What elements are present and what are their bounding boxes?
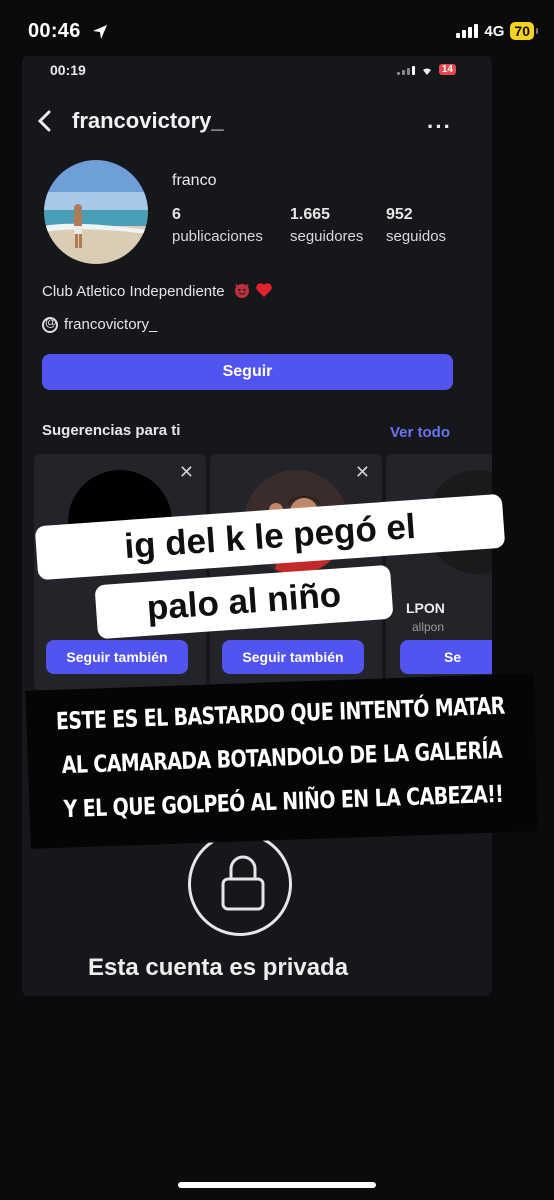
back-arrow-icon[interactable] [36, 110, 54, 132]
location-arrow-icon [93, 25, 107, 39]
see-all-link[interactable]: Ver todo [390, 424, 450, 441]
lock-icon [221, 855, 265, 911]
threads-link[interactable]: francovictory_ [42, 315, 158, 333]
network-type: 4G [484, 22, 505, 40]
signal-icon [456, 24, 479, 38]
follow-also-button[interactable]: Se [400, 640, 492, 674]
suggestions-title: Sugerencias para ti [42, 422, 181, 439]
follow-also-button[interactable]: Seguir también [46, 640, 188, 674]
stat-posts[interactable]: 6 publicaciones [172, 206, 263, 245]
stat-posts-label: publicaciones [172, 228, 263, 245]
profile-username: francovictory_ [72, 108, 224, 133]
inner-status-bar: 00:19 14 [22, 56, 492, 86]
stat-followers[interactable]: 1.665 seguidores [290, 206, 363, 245]
suggestion-handle: allpon [412, 620, 445, 634]
stat-followers-label: seguidores [290, 228, 364, 245]
stat-following[interactable]: 952 seguidos [386, 206, 446, 245]
profile-header: francovictory_ ··· [22, 102, 492, 142]
stat-followers-value: 1.665 [290, 206, 331, 223]
more-options-icon[interactable]: ··· [427, 114, 452, 140]
stat-following-value: 952 [386, 206, 413, 223]
stat-following-label: seguidos [386, 228, 447, 245]
story-caption-box[interactable]: ESTE ES EL BASTARDO QUE INTENTÓ MATAR AL… [25, 673, 539, 849]
suggestion-name: LPON [406, 600, 445, 616]
profile-bio: Club Atletico Independiente [42, 282, 273, 300]
private-account-text: Esta cuenta es privada [88, 954, 349, 981]
status-bar: 00:46 4G 70 [0, 0, 554, 64]
status-time: 00:46 [28, 20, 81, 42]
red-heart-icon [256, 283, 272, 297]
follow-button[interactable]: Seguir [42, 354, 453, 390]
bio-text: Club Atletico Independiente [42, 283, 225, 300]
suggestion-card[interactable]: LPON allpon Se [386, 454, 492, 690]
close-icon[interactable]: ✕ [179, 462, 194, 483]
profile-avatar[interactable] [44, 160, 148, 264]
threads-handle: francovictory_ [64, 316, 158, 333]
wifi-icon [422, 67, 431, 75]
close-icon[interactable]: ✕ [355, 462, 370, 483]
devil-emoji-icon [234, 284, 249, 298]
home-indicator[interactable] [178, 1182, 376, 1188]
follow-also-button[interactable]: Seguir también [222, 640, 364, 674]
inner-status-time: 00:19 [50, 62, 86, 78]
battery-icon: 70 [510, 22, 538, 40]
inner-battery-icon: 14 [438, 64, 456, 75]
threads-icon [42, 315, 58, 333]
private-account-badge [188, 832, 292, 936]
stat-posts-value: 6 [172, 206, 181, 223]
inner-signal-icon [396, 65, 415, 75]
profile-display-name: franco [172, 172, 217, 189]
